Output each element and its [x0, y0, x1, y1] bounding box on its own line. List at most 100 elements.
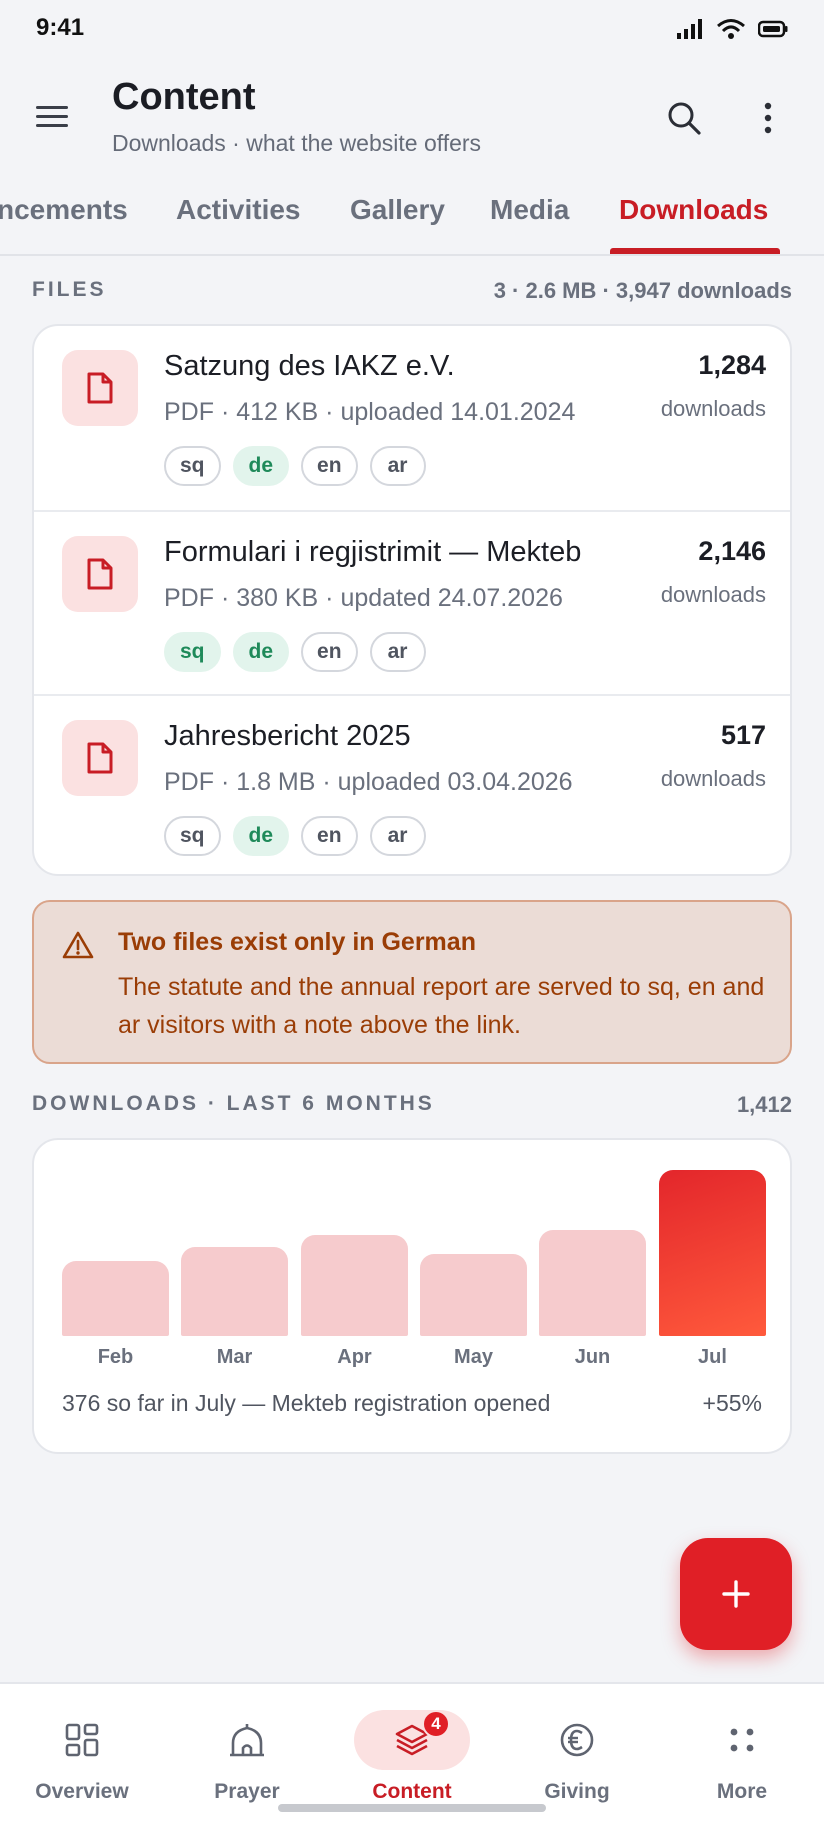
nav-label: More — [716, 1780, 768, 1803]
warning-body: The statute and the annual report are se… — [118, 973, 765, 1039]
file-meta: PDF · 412 KB · uploaded 14.01.2024 — [164, 398, 576, 426]
status-icons — [676, 18, 788, 40]
file-icon-box — [62, 720, 138, 796]
language-chips: sq de en ar — [164, 446, 426, 486]
lang-chip-ar[interactable]: ar — [369, 816, 426, 856]
files-list: Satzung des IAKZ e.V. PDF · 412 KB · upl… — [32, 324, 792, 876]
file-download-count: 2,146 — [698, 536, 766, 566]
battery-icon — [758, 20, 788, 38]
notification-badge: 4 — [422, 1710, 450, 1738]
nav-label: Content — [372, 1780, 452, 1803]
status-time: 9:41 — [36, 14, 85, 41]
tab-activities[interactable]: Activities — [176, 194, 301, 226]
chart-bar-feb — [62, 1261, 169, 1336]
status-bar: 9:41 — [0, 0, 824, 58]
file-name: Satzung des IAKZ e.V. — [164, 350, 455, 382]
nav-item-overview[interactable]: Overview — [12, 1710, 152, 1810]
add-download-button[interactable] — [680, 1538, 792, 1650]
nav-label: Prayer — [214, 1780, 280, 1803]
downloads-chart-card: Feb Mar Apr May Jun Jul 376 so far in July — … — [32, 1138, 792, 1454]
chart-x-label: May — [454, 1346, 493, 1368]
file-download-count-label: downloads — [660, 582, 766, 607]
lang-chip-de[interactable]: de — [232, 446, 290, 486]
chart-x-label: Feb — [97, 1346, 134, 1368]
chart-x-label: Jun — [574, 1346, 611, 1368]
search-icon — [668, 102, 701, 135]
warning-triangle-icon — [62, 931, 94, 959]
wifi-icon — [717, 19, 745, 39]
file-download-count-label: downloads — [660, 766, 766, 791]
lang-chip-de[interactable]: de — [232, 632, 290, 672]
tab-media[interactable]: Media — [490, 194, 569, 226]
file-download-count: 517 — [720, 720, 766, 750]
file-name: Formulari i regjistrimit — Mekteb — [164, 536, 582, 568]
language-chips: sq de en ar — [164, 632, 426, 672]
files-section-meta: 3 · 2.6 MB · 3,947 downloads — [493, 278, 792, 303]
document-icon — [87, 558, 113, 590]
lang-chip-sq[interactable]: sq — [164, 816, 221, 856]
app-header: Content Downloads · what the website off… — [0, 58, 824, 168]
chart-x-label: Apr — [337, 1346, 372, 1368]
warning-title: Two files exist only in German — [118, 928, 476, 956]
more-vertical-icon — [764, 102, 772, 134]
chart-bar-jun — [539, 1230, 646, 1336]
tab-announcements[interactable]: ncements — [0, 194, 128, 226]
page-subtitle: Downloads · what the website offers — [112, 130, 482, 156]
document-icon — [87, 372, 113, 404]
file-download-count: 1,284 — [698, 350, 766, 380]
file-icon-box — [62, 350, 138, 426]
lang-chip-en[interactable]: en — [301, 632, 358, 672]
tab-gallery[interactable]: Gallery — [350, 194, 445, 226]
lang-chip-en[interactable]: en — [301, 446, 358, 486]
downloads-bar-chart: Feb Mar Apr May Jun Jul — [62, 1170, 766, 1368]
tab-downloads[interactable]: Downloads — [619, 194, 768, 226]
file-row[interactable]: Formulari i regjistrimit — Mekteb PDF · … — [34, 510, 790, 694]
hamburger-icon — [36, 106, 68, 127]
page-title: Content — [112, 76, 256, 118]
lang-chip-en[interactable]: en — [301, 816, 358, 856]
chart-bar-may — [420, 1254, 527, 1336]
document-icon — [87, 742, 113, 774]
file-row[interactable]: Satzung des IAKZ e.V. PDF · 412 KB · upl… — [34, 326, 790, 510]
signal-icon — [677, 19, 702, 39]
chart-bar-apr — [301, 1235, 408, 1336]
chart-delta: +55% — [702, 1390, 762, 1416]
content-tabs: ncements Activities Gallery Media Downlo… — [0, 180, 824, 256]
lang-chip-sq[interactable]: sq — [164, 632, 221, 672]
nav-item-content[interactable]: 4 Content — [342, 1710, 482, 1810]
active-tab-indicator — [610, 248, 780, 254]
files-section-label: FILES — [32, 278, 107, 301]
chart-note: 376 so far in July — Mekteb registration… — [62, 1390, 551, 1416]
mosque-icon — [230, 1724, 264, 1757]
nav-label: Overview — [35, 1780, 129, 1803]
downloads-chart-label: DOWNLOADS · LAST 6 MONTHS — [32, 1092, 435, 1115]
chart-x-label: Jul — [698, 1346, 727, 1368]
language-chips: sq de en ar — [164, 816, 426, 856]
home-indicator — [278, 1804, 546, 1812]
nav-item-more[interactable]: More — [672, 1710, 812, 1810]
lang-chip-ar[interactable]: ar — [369, 632, 426, 672]
file-icon-box — [62, 536, 138, 612]
lang-chip-de[interactable]: de — [232, 816, 290, 856]
translation-warning: Two files exist only in German The statu… — [32, 900, 792, 1064]
lang-chip-ar[interactable]: ar — [369, 446, 426, 486]
downloads-chart-total: 1,412 — [736, 1092, 792, 1117]
chart-bar-mar — [181, 1247, 288, 1336]
nav-item-prayer[interactable]: Prayer — [177, 1710, 317, 1810]
nav-item-giving[interactable]: Giving — [507, 1710, 647, 1810]
chart-bar-jul — [659, 1170, 766, 1336]
nav-label: Giving — [544, 1780, 610, 1803]
file-download-count-label: downloads — [660, 396, 766, 421]
dots-grid-icon — [730, 1728, 754, 1752]
plus-icon — [722, 1580, 750, 1608]
menu-button[interactable] — [30, 96, 74, 136]
file-row[interactable]: Jahresbericht 2025 PDF · 1.8 MB · upload… — [34, 694, 790, 874]
file-name: Jahresbericht 2025 — [164, 720, 411, 752]
lang-chip-sq[interactable]: sq — [164, 446, 221, 486]
euro-icon — [560, 1723, 594, 1757]
search-button[interactable] — [660, 94, 708, 142]
chart-x-label: Mar — [216, 1346, 253, 1368]
overflow-menu-button[interactable] — [744, 94, 792, 142]
grid-icon — [65, 1723, 99, 1757]
file-meta: PDF · 380 KB · updated 24.07.2026 — [164, 584, 563, 612]
